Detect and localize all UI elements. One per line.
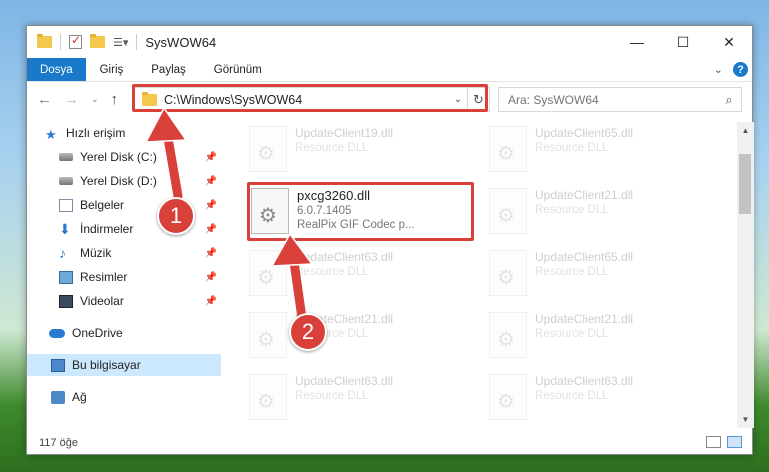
close-button[interactable]: ✕ [706,26,752,58]
new-folder-icon[interactable] [90,34,105,48]
up-arrow-icon[interactable]: ↑ [111,91,119,108]
dll-file-icon [489,250,527,296]
file-highlight-box [247,182,474,241]
search-box[interactable]: ⌕ [498,87,742,112]
dll-file-icon [249,312,287,358]
title-bar: ☰▾ SysWOW64 — ☐ ✕ [27,26,752,58]
dll-file-icon [249,374,287,420]
refresh-icon[interactable]: ↻ [467,88,489,111]
pin-icon[interactable]: 📌 [205,224,217,235]
sidebar-item-downloads[interactable]: ⬇ İndirmeler 📌 [59,218,221,240]
step-2-badge: 2 [289,313,327,351]
dll-file-icon [489,374,527,420]
music-icon: ♪ [59,244,66,261]
file-tile[interactable]: UpdateClient63.dllResource DLL [245,370,465,428]
vertical-scrollbar[interactable]: ▲ ▼ [737,122,754,428]
pin-icon[interactable]: 📌 [205,176,217,187]
tiles-view-icon[interactable] [727,436,742,448]
dll-file-icon [249,126,287,172]
details-view-icon[interactable] [706,436,721,448]
sidebar-item-documents[interactable]: Belgeler 📌 [59,194,221,216]
back-arrow-icon[interactable]: ← [37,91,52,108]
recent-locations-icon[interactable]: ⌄ [91,94,99,105]
ribbon-tabs: Dosya Giriş Paylaş Görünüm ⌄ ? [27,58,752,82]
search-icon[interactable]: ⌕ [717,92,741,108]
dll-file-icon [489,188,527,234]
properties-icon[interactable] [69,33,82,49]
file-tile[interactable]: UpdateClient21.dllResource DLL [245,308,465,366]
computer-icon [51,358,65,372]
tab-share[interactable]: Paylaş [137,58,200,81]
dll-file-icon [249,250,287,296]
maximize-button[interactable]: ☐ [660,26,706,58]
pin-icon[interactable]: 📌 [205,248,217,259]
sidebar-item-onedrive[interactable]: OneDrive [49,322,221,344]
network-icon [51,390,65,404]
pin-icon[interactable]: 📌 [205,152,217,163]
file-tile[interactable]: UpdateClient21.dllResource DLL [485,308,705,366]
videos-icon [59,294,73,308]
sidebar-item-videos[interactable]: Videolar 📌 [59,290,221,312]
folder-icon [37,34,52,48]
tab-view[interactable]: Görünüm [200,58,276,81]
expand-ribbon-icon[interactable]: ⌄ [714,63,723,76]
sidebar-item-disk-d[interactable]: Yerel Disk (D:) 📌 [59,170,221,192]
cloud-icon [49,328,65,338]
file-tile[interactable]: UpdateClient63.dllResource DLL [485,370,705,428]
pin-icon[interactable]: 📌 [205,200,217,211]
dll-file-icon [489,312,527,358]
sidebar-item-disk-c[interactable]: Yerel Disk (C:) 📌 [59,146,221,168]
status-bar: 117 öğe [27,431,752,455]
file-tile[interactable]: UpdateClient19.dllResource DLL [245,122,465,180]
window-title: SysWOW64 [145,34,217,50]
star-icon: ★ [45,126,57,142]
item-count: 117 öğe [39,437,78,449]
customize-toolbar-icon[interactable]: ☰▾ [113,36,128,49]
tab-file[interactable]: Dosya [27,58,86,81]
explorer-window: ☰▾ SysWOW64 — ☐ ✕ Dosya Giriş Paylaş Gör… [26,25,754,455]
pin-icon[interactable]: 📌 [205,272,217,283]
file-tile[interactable]: UpdateClient65.dllResource DLL [485,246,705,304]
minimize-button[interactable]: — [614,26,660,58]
quick-access-toolbar: ☰▾ [27,33,138,50]
help-icon[interactable]: ? [733,62,748,77]
pictures-icon [59,270,73,284]
documents-icon [59,198,73,212]
address-path[interactable]: C:\Windows\SysWOW64 [164,93,449,107]
tab-home[interactable]: Giriş [86,58,138,81]
forward-arrow-icon[interactable]: → [64,91,79,108]
address-row: ← → ⌄ ↑ C:\Windows\SysWOW64 ⌄ ↻ ⌕ [27,83,752,117]
file-tile[interactable]: UpdateClient21.dllResource DLL [485,184,705,242]
chevron-down-icon[interactable]: ⌄ [449,94,467,105]
scroll-down-icon[interactable]: ▼ [737,411,754,428]
sidebar-item-music[interactable]: ♪ Müzik 📌 [59,242,221,264]
address-bar[interactable]: C:\Windows\SysWOW64 ⌄ ↻ [133,87,490,112]
sidebar-item-pictures[interactable]: Resimler 📌 [59,266,221,288]
search-input[interactable] [499,92,717,107]
downloads-icon: ⬇ [59,220,71,237]
disk-icon [59,177,73,185]
file-tile[interactable]: UpdateClient65.dllResource DLL [485,122,705,180]
file-list: UpdateClient19.dllResource DLL UpdateCli… [227,122,737,428]
scroll-up-icon[interactable]: ▲ [737,122,754,139]
navigation-pane: ★ Hızlı erişim Yerel Disk (C:) 📌 Yerel D… [27,122,223,428]
sidebar-item-quick-access[interactable]: ★ Hızlı erişim [45,122,239,144]
file-tile[interactable]: UpdateClient63.dllResource DLL [245,246,465,304]
pin-icon[interactable]: 📌 [205,296,217,307]
sidebar-item-network[interactable]: Ağ [51,386,221,408]
step-1-badge: 1 [157,197,195,235]
folder-icon [142,91,157,106]
disk-icon [59,153,73,161]
sidebar-item-this-pc[interactable]: Bu bilgisayar [27,354,221,376]
dll-file-icon [489,126,527,172]
scroll-thumb[interactable] [739,154,751,214]
